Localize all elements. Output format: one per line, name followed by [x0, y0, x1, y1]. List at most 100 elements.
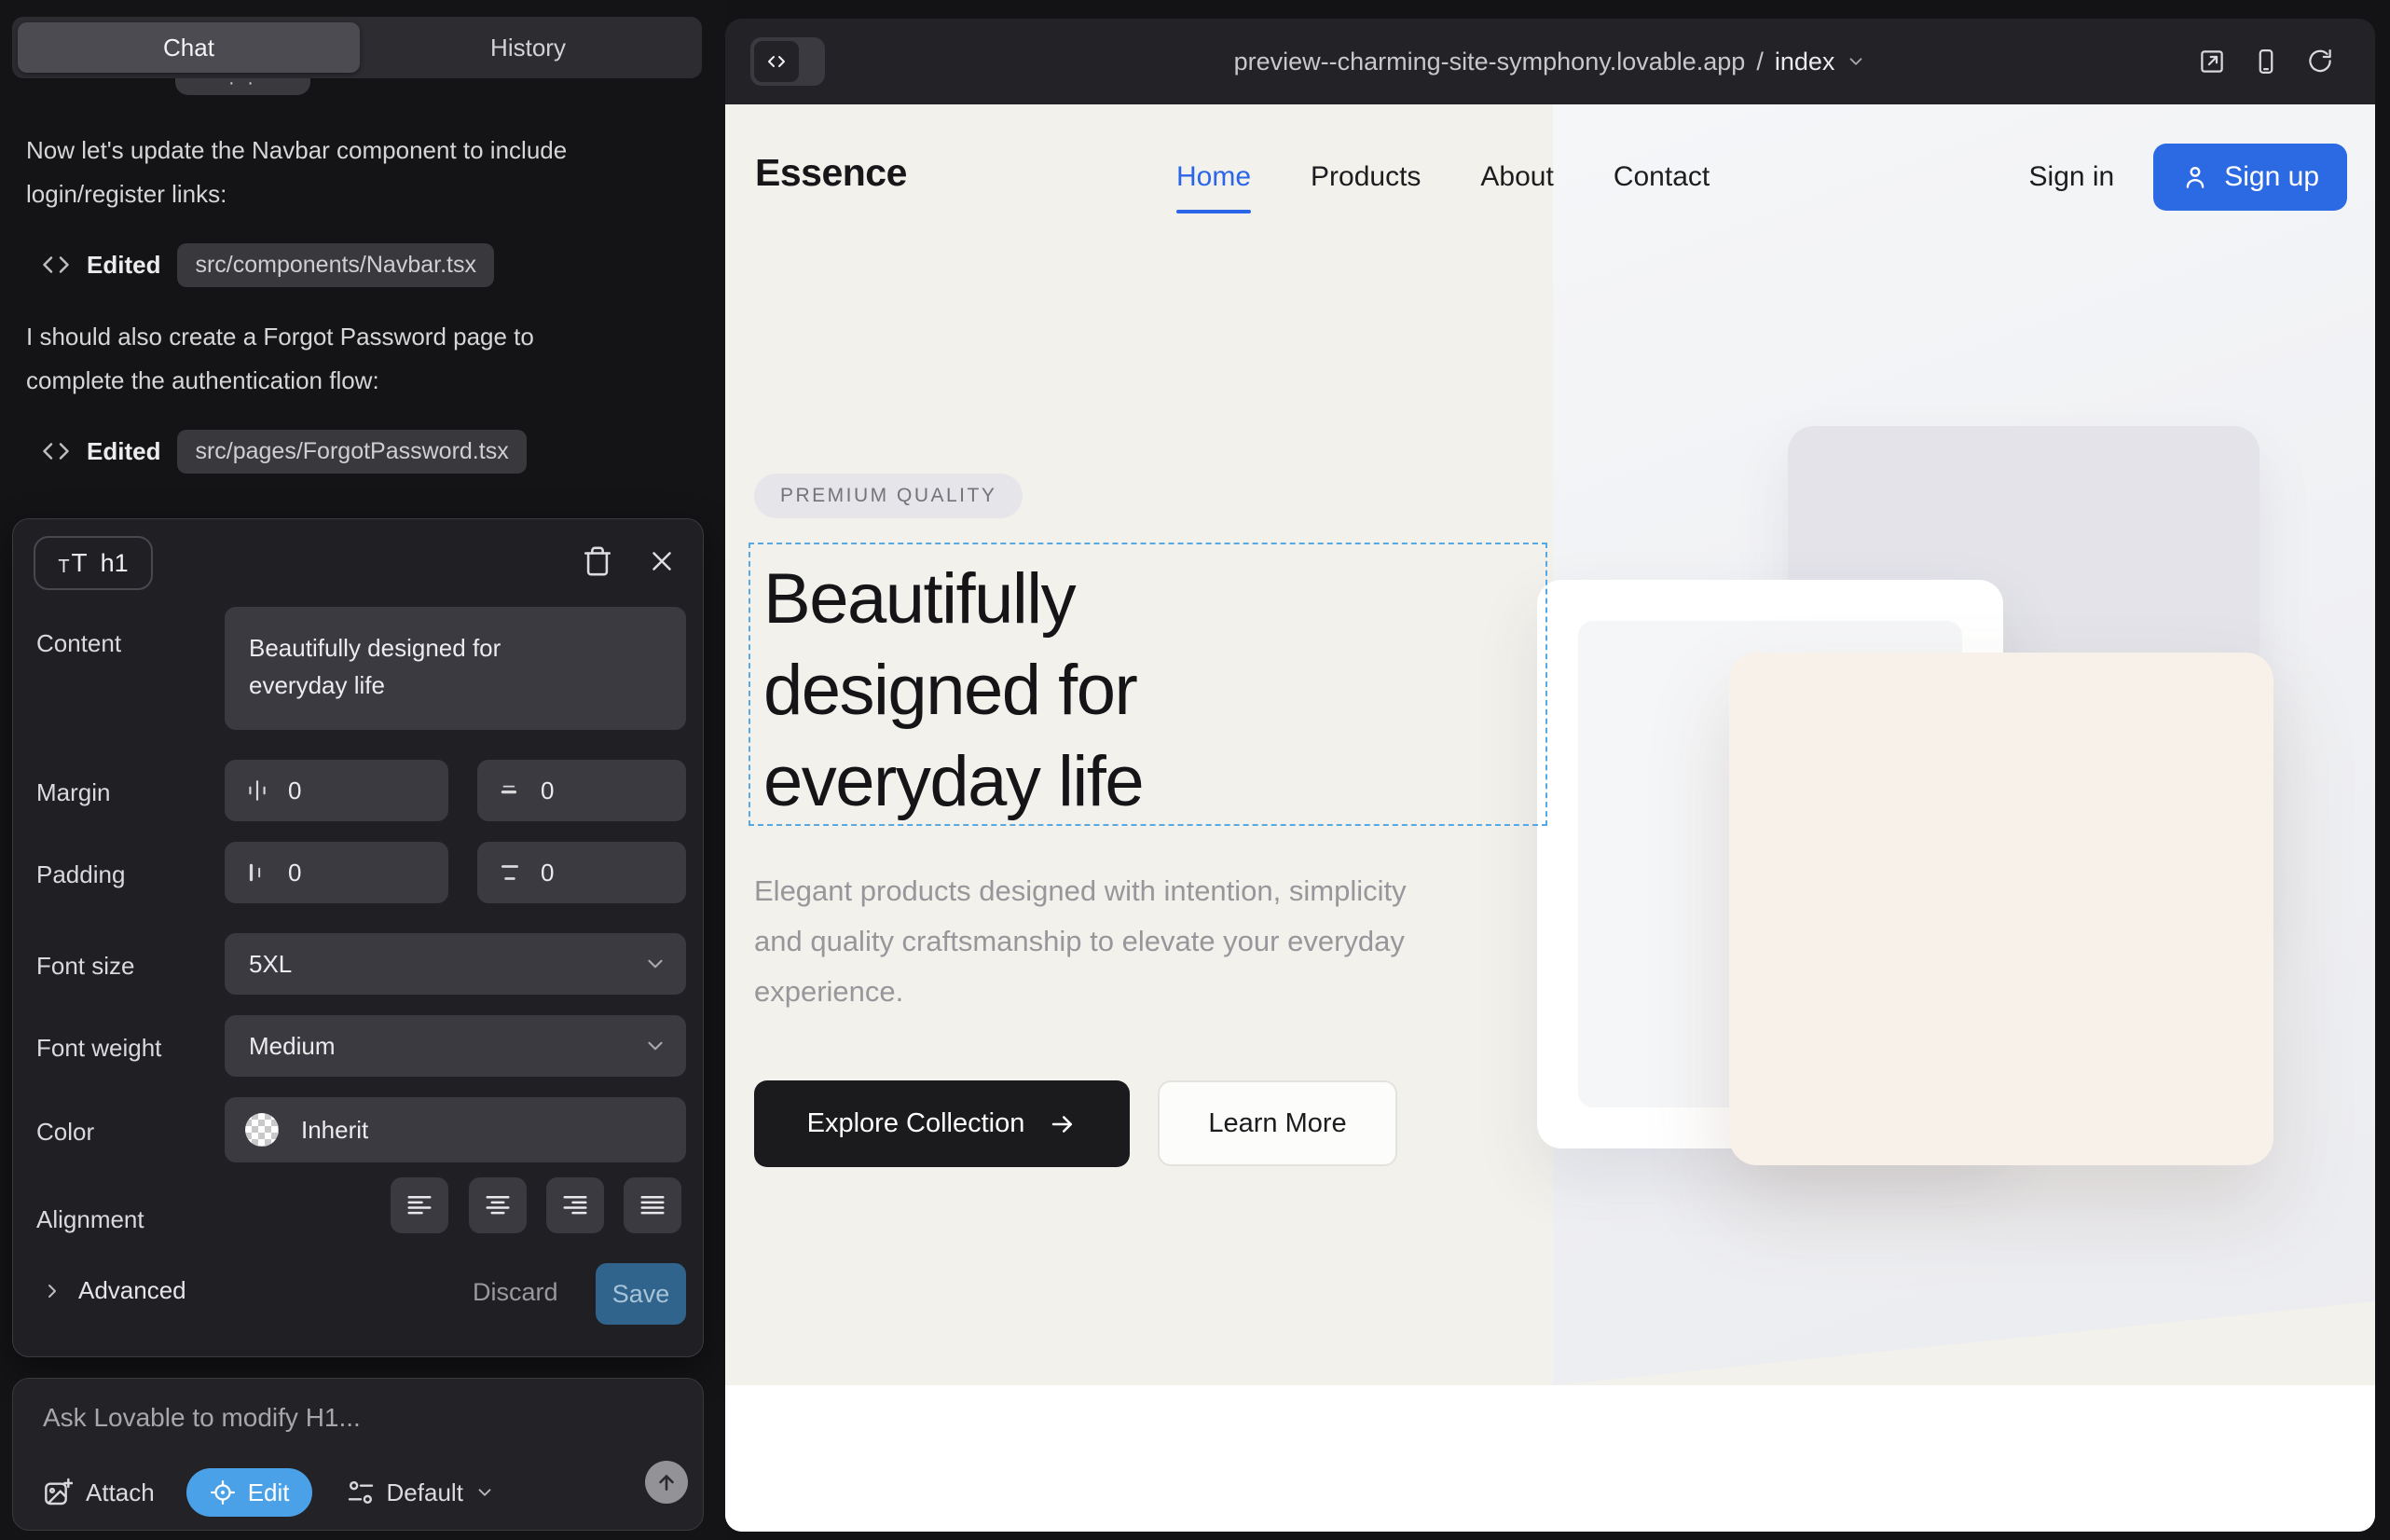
tag-name: h1 — [101, 549, 129, 578]
align-center-icon — [484, 1191, 512, 1219]
learn-more-button[interactable]: Learn More — [1158, 1080, 1397, 1166]
content-label: Content — [36, 629, 121, 658]
site-viewport: Essence Home Products About Contact Sign… — [725, 104, 2375, 1532]
url-separator: / — [1756, 48, 1764, 76]
hero-headline[interactable]: Beautifully designed for everyday life — [763, 554, 1341, 828]
chat-panel: Chat History · · Now let's update the Na… — [0, 0, 725, 1540]
padding-vertical-icon — [498, 860, 522, 885]
sign-in-link[interactable]: Sign in — [2029, 161, 2115, 193]
open-external-icon[interactable] — [2198, 48, 2226, 76]
preview-url-bar[interactable]: preview--charming-site-symphony.lovable.… — [725, 19, 2375, 104]
preview-topbar: preview--charming-site-symphony.lovable.… — [725, 19, 2375, 104]
alignment-label: Alignment — [36, 1205, 144, 1234]
close-editor-button[interactable] — [646, 545, 678, 577]
next-section — [725, 1385, 2375, 1532]
margin-x-input[interactable]: 0 — [225, 760, 448, 821]
site-nav-auth: Sign in Sign up — [2029, 104, 2347, 250]
premium-quality-badge: PREMIUM QUALITY — [754, 474, 1023, 518]
align-justify-icon — [639, 1191, 666, 1219]
margin-vertical-icon — [498, 778, 522, 803]
explore-collection-button[interactable]: Explore Collection — [754, 1080, 1130, 1167]
attach-image-icon — [43, 1478, 73, 1507]
chevron-down-icon — [474, 1482, 495, 1503]
url-host: preview--charming-site-symphony.lovable.… — [1234, 48, 1746, 76]
sign-up-button[interactable]: Sign up — [2153, 144, 2347, 211]
content-input[interactable]: Beautifully designed for everyday life — [225, 607, 686, 730]
assistant-message: I should also create a Forgot Password p… — [26, 315, 570, 403]
padding-label: Padding — [36, 860, 125, 889]
nav-link-contact[interactable]: Contact — [1614, 161, 1710, 193]
align-left-icon — [405, 1191, 433, 1219]
topbar-actions — [2198, 19, 2334, 104]
edited-label: Edited — [87, 437, 160, 466]
hero-cta-row: Explore Collection Learn More — [754, 1080, 1397, 1167]
save-button[interactable]: Save — [596, 1263, 686, 1325]
delete-element-button[interactable] — [582, 545, 613, 577]
prompt-input-box[interactable]: Ask Lovable to modify H1... Attach Edit … — [12, 1378, 704, 1531]
align-justify-button[interactable] — [624, 1177, 681, 1233]
nav-link-products[interactable]: Products — [1311, 161, 1421, 193]
close-icon — [646, 545, 678, 577]
padding-horizontal-icon — [245, 860, 269, 885]
prompt-placeholder: Ask Lovable to modify H1... — [43, 1403, 361, 1433]
send-button[interactable] — [645, 1461, 688, 1504]
margin-horizontal-icon — [245, 778, 269, 803]
tab-history[interactable]: History — [360, 22, 696, 73]
file-chip[interactable]: src/pages/ForgotPassword.tsx — [177, 430, 526, 474]
nav-link-about[interactable]: About — [1480, 161, 1553, 193]
panel-tabs: Chat History — [12, 17, 702, 78]
preview-window: preview--charming-site-symphony.lovable.… — [725, 19, 2375, 1532]
site-nav-links: Home Products About Contact — [1176, 104, 1710, 250]
padding-y-input[interactable]: 0 — [477, 842, 686, 903]
chevron-right-icon — [41, 1280, 63, 1302]
code-icon — [42, 437, 70, 465]
trash-icon — [582, 545, 613, 577]
lovable-workspace: Chat History · · Now let's update the Na… — [0, 0, 2390, 1540]
model-default-select[interactable]: Default — [346, 1478, 495, 1507]
chevron-down-icon — [643, 1034, 667, 1058]
code-icon — [42, 251, 70, 279]
file-chip[interactable]: src/components/Navbar.tsx — [177, 243, 494, 287]
edited-label: Edited — [87, 251, 160, 280]
nav-link-home[interactable]: Home — [1176, 161, 1251, 193]
padding-x-input[interactable]: 0 — [225, 842, 448, 903]
refresh-icon[interactable] — [2306, 48, 2334, 76]
selected-h1-outline[interactable]: Beautifully designed for everyday life — [749, 543, 1547, 826]
discard-button[interactable]: Discard — [473, 1278, 558, 1307]
arrow-up-icon — [654, 1470, 679, 1494]
font-weight-select[interactable]: Medium — [225, 1015, 686, 1077]
scrolled-chip-partial: · · — [175, 78, 310, 95]
color-label: Color — [36, 1118, 94, 1147]
font-size-label: Font size — [36, 952, 135, 981]
transparency-swatch-icon — [245, 1113, 279, 1147]
assistant-message: Now let's update the Navbar component to… — [26, 129, 570, 216]
edit-mode-button[interactable]: Edit — [186, 1468, 312, 1517]
edited-file-row[interactable]: Edited src/components/Navbar.tsx — [42, 242, 494, 287]
advanced-toggle[interactable]: Advanced — [41, 1276, 186, 1305]
margin-y-input[interactable]: 0 — [477, 760, 686, 821]
target-icon — [209, 1478, 237, 1506]
attach-button[interactable]: Attach — [43, 1478, 155, 1507]
color-select[interactable]: Inherit — [225, 1097, 686, 1162]
font-size-select[interactable]: 5XL — [225, 933, 686, 995]
mobile-view-icon[interactable] — [2252, 48, 2280, 76]
selected-element-tag[interactable]: TT h1 — [34, 536, 153, 590]
type-icon: TT — [58, 550, 87, 576]
align-center-button[interactable] — [469, 1177, 527, 1233]
align-right-icon — [561, 1191, 589, 1219]
align-right-button[interactable] — [546, 1177, 604, 1233]
prompt-toolbar: Attach Edit Default — [43, 1468, 495, 1517]
chevron-down-icon — [643, 952, 667, 976]
chevron-down-icon — [1846, 51, 1866, 72]
tab-chat[interactable]: Chat — [18, 22, 360, 73]
arrow-right-icon — [1049, 1110, 1077, 1138]
edited-file-row[interactable]: Edited src/pages/ForgotPassword.tsx — [42, 429, 527, 474]
site-navbar: Essence Home Products About Contact Sign… — [725, 104, 2375, 250]
sliders-icon — [346, 1478, 376, 1507]
user-icon — [2181, 163, 2209, 191]
hero-description: Elegant products designed with intention… — [754, 866, 1407, 1017]
align-left-button[interactable] — [391, 1177, 448, 1233]
site-brand[interactable]: Essence — [755, 151, 907, 195]
element-editor-panel: TT h1 Content Beautifully designed for e… — [12, 518, 704, 1357]
url-page: index — [1775, 48, 1835, 76]
